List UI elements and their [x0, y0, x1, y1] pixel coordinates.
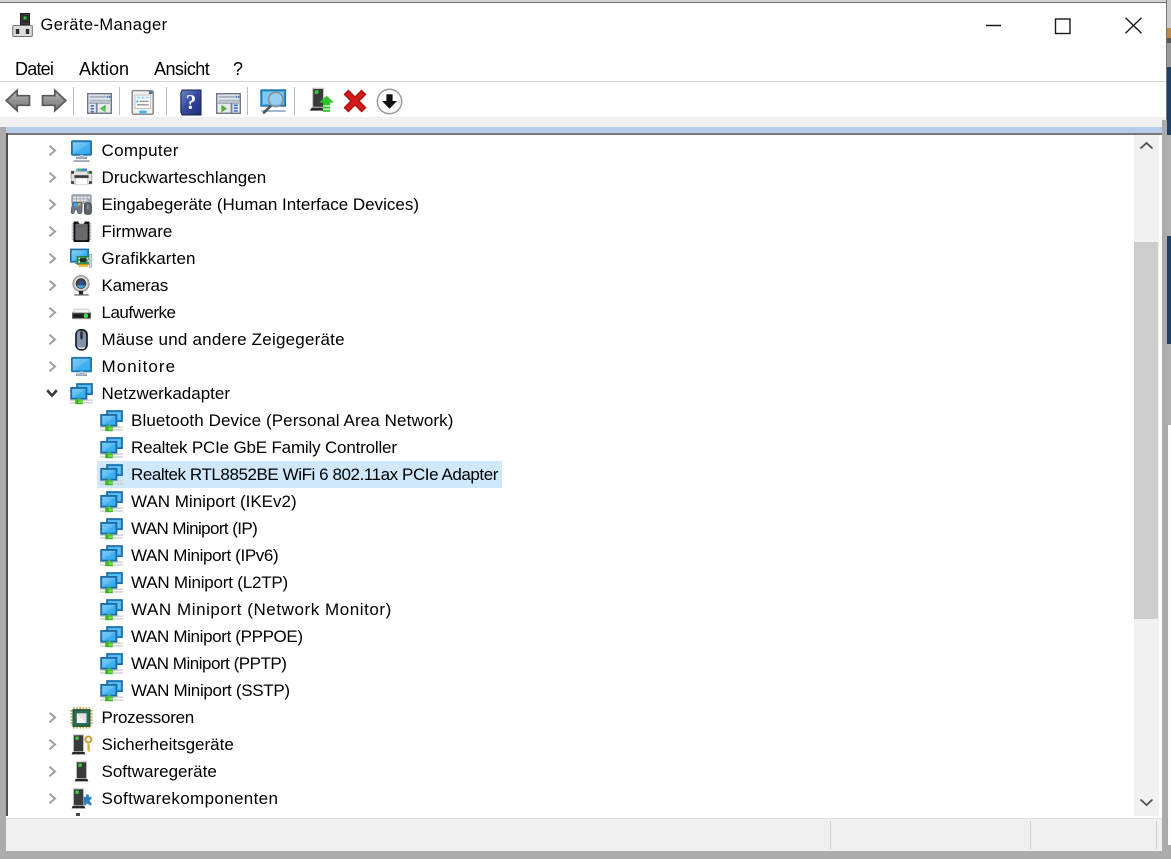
svg-text:?: ? [186, 90, 197, 114]
